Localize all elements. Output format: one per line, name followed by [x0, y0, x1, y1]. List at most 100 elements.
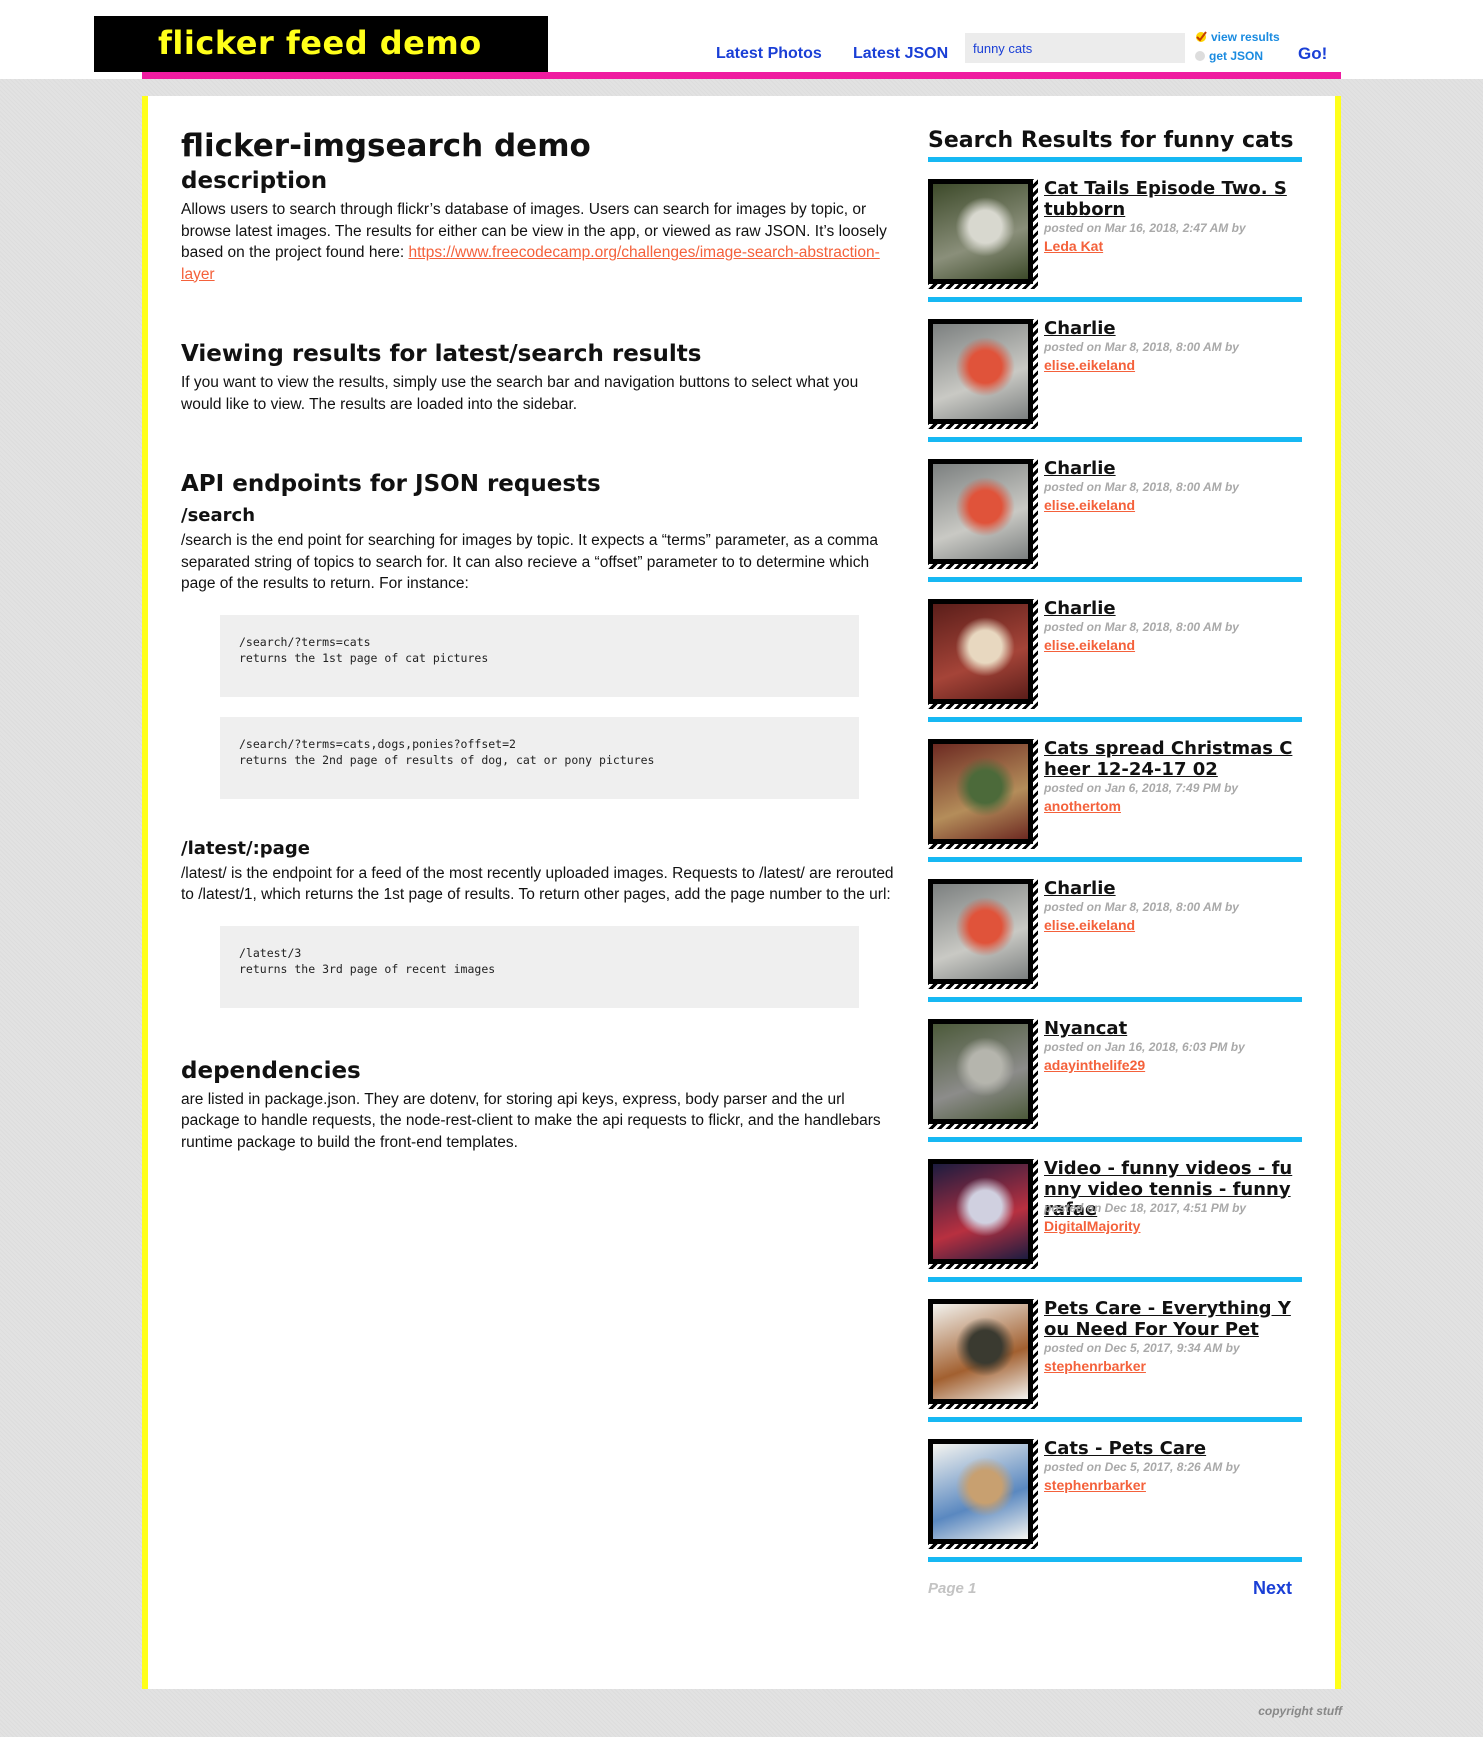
result-thumbnail[interactable] — [928, 1299, 1038, 1409]
result-item[interactable]: Charlie posted on Mar 8, 2018, 8:00 AM by… — [928, 302, 1302, 442]
search-endpoint-heading: /search — [181, 505, 256, 526]
result-author-link[interactable]: stephenrbarker — [1044, 1477, 1146, 1493]
result-thumbnail[interactable] — [928, 459, 1038, 569]
thumbnail-image — [933, 184, 1028, 279]
result-thumbnail[interactable] — [928, 179, 1038, 289]
page-title: flicker-imgsearch demo — [181, 128, 591, 164]
radio-icon — [1195, 51, 1205, 61]
result-item[interactable]: Nyancat posted on Jan 16, 2018, 6:03 PM b… — [928, 1002, 1302, 1142]
thumbnail-image — [933, 604, 1028, 699]
search-input[interactable] — [965, 33, 1185, 63]
result-thumbnail[interactable] — [928, 1439, 1038, 1549]
logo-text: flicker feed demo — [158, 24, 482, 62]
result-title[interactable]: Charlie — [1044, 598, 1294, 620]
result-title[interactable]: Cat Tails Episode Two. Stubborn — [1044, 178, 1294, 220]
page-indicator: Page 1 — [928, 1580, 977, 1597]
result-posted-date: posted on Mar 8, 2018, 8:00 AM by — [1044, 480, 1239, 494]
logo[interactable]: flicker feed demo — [94, 16, 548, 72]
result-title[interactable]: Charlie — [1044, 878, 1294, 900]
latest-endpoint-text: /latest/ is the endpoint for a feed of t… — [181, 864, 894, 904]
result-author-link[interactable]: elise.eikeland — [1044, 637, 1135, 653]
search-endpoint-text: /search is the end point for searching f… — [181, 532, 878, 592]
result-item[interactable]: Pets Care - Everything You Need For Your… — [928, 1282, 1302, 1422]
result-thumbnail[interactable] — [928, 319, 1038, 429]
result-item[interactable]: Video - funny videos - funny video tenni… — [928, 1142, 1302, 1282]
dependencies-heading: dependencies — [181, 1057, 361, 1084]
result-author-link[interactable]: elise.eikeland — [1044, 357, 1135, 373]
thumbnail-image — [933, 464, 1028, 559]
thumbnail-image — [933, 884, 1028, 979]
result-title[interactable]: Charlie — [1044, 318, 1294, 340]
result-author-link[interactable]: stephenrbarker — [1044, 1358, 1146, 1374]
result-author-link[interactable]: Leda Kat — [1044, 238, 1103, 254]
result-author-link[interactable]: DigitalMajority — [1044, 1218, 1140, 1234]
result-thumbnail[interactable] — [928, 1019, 1038, 1129]
thumbnail-image — [933, 1164, 1028, 1259]
result-posted-date: posted on Dec 18, 2017, 4:51 PM by — [1044, 1201, 1247, 1215]
result-item[interactable]: Cat Tails Episode Two. Stubborn posted on… — [928, 162, 1302, 302]
viewing-heading: Viewing results for latest/search result… — [181, 341, 702, 367]
result-thumbnail[interactable] — [928, 879, 1038, 989]
result-thumbnail[interactable] — [928, 739, 1038, 849]
thumbnail-frame — [928, 879, 1033, 984]
top-bar: flicker feed demo Latest Photos Latest J… — [0, 0, 1483, 79]
result-item[interactable]: Cats spread Christmas Cheer 12-24-17 02 p… — [928, 722, 1302, 862]
thumbnail-frame — [928, 1019, 1033, 1124]
go-button[interactable]: Go! — [1298, 44, 1327, 64]
copyright: copyright stuff — [1258, 1704, 1342, 1718]
thumbnail-frame — [928, 1299, 1033, 1404]
nav-latest-photos[interactable]: Latest Photos — [716, 45, 822, 63]
viewing-text: If you want to view the results, simply … — [181, 374, 859, 413]
result-title[interactable]: Charlie — [1044, 458, 1294, 480]
option-view-results[interactable]: view results — [1195, 30, 1280, 44]
results-list: Cat Tails Episode Two. Stubborn posted on… — [928, 162, 1302, 1562]
thumbnail-image — [933, 1024, 1028, 1119]
result-item[interactable]: Charlie posted on Mar 8, 2018, 8:00 AM by… — [928, 582, 1302, 722]
result-author-link[interactable]: elise.eikeland — [1044, 497, 1135, 513]
result-posted-date: posted on Mar 8, 2018, 8:00 AM by — [1044, 340, 1239, 354]
code-block-search-1: /search/?terms=cats returns the 1st page… — [220, 614, 859, 697]
result-author-link[interactable]: anothertom — [1044, 798, 1121, 814]
thumbnail-image — [933, 1444, 1028, 1539]
thumbnail-frame — [928, 1159, 1033, 1264]
nav-latest-json[interactable]: Latest JSON — [853, 45, 948, 63]
result-title[interactable]: Cats spread Christmas Cheer 12-24-17 02 — [1044, 738, 1294, 780]
code-block-latest: /latest/3 returns the 3rd page of recent… — [220, 925, 859, 1008]
result-author-link[interactable]: elise.eikeland — [1044, 917, 1135, 933]
checkmark-icon — [1196, 31, 1207, 42]
result-posted-date: posted on Jan 6, 2018, 7:49 PM by — [1044, 781, 1239, 795]
result-title[interactable]: Nyancat — [1044, 1018, 1294, 1040]
latest-endpoint-heading: /latest/:page — [181, 837, 310, 859]
result-posted-date: posted on Mar 16, 2018, 2:47 AM by — [1044, 221, 1246, 235]
result-posted-date: posted on Dec 5, 2017, 8:26 AM by — [1044, 1460, 1240, 1474]
description-text: Allows users to search through flickr’s … — [181, 201, 887, 283]
api-heading: API endpoints for JSON requests — [181, 471, 601, 497]
thumbnail-frame — [928, 1439, 1033, 1544]
option-get-json-label: get JSON — [1209, 49, 1264, 63]
sidebar-title: Search Results for funny cats — [928, 128, 1302, 162]
result-title[interactable]: Cats - Pets Care — [1044, 1438, 1294, 1460]
result-thumbnail[interactable] — [928, 599, 1038, 709]
thumbnail-image — [933, 324, 1028, 419]
thumbnail-frame — [928, 319, 1033, 424]
result-item[interactable]: Charlie posted on Mar 8, 2018, 8:00 AM by… — [928, 862, 1302, 1002]
result-posted-date: posted on Dec 5, 2017, 9:34 AM by — [1044, 1341, 1240, 1355]
next-page-link[interactable]: Next — [1253, 1578, 1292, 1599]
result-author-link[interactable]: adayinthelife29 — [1044, 1057, 1145, 1073]
result-thumbnail[interactable] — [928, 1159, 1038, 1269]
option-view-results-label: view results — [1211, 30, 1280, 44]
dependencies-text: are listed in package.json. They are dot… — [181, 1090, 881, 1151]
option-get-json[interactable]: get JSON — [1195, 49, 1263, 63]
result-posted-date: posted on Mar 8, 2018, 8:00 AM by — [1044, 900, 1239, 914]
code-block-search-2: /search/?terms=cats,dogs,ponies?offset=2… — [220, 716, 859, 799]
result-posted-date: posted on Mar 8, 2018, 8:00 AM by — [1044, 620, 1239, 634]
results-sidebar: Search Results for funny cats Cat Tails … — [928, 128, 1302, 1602]
description-heading: description — [181, 168, 328, 194]
result-title[interactable]: Pets Care - Everything You Need For Your… — [1044, 1298, 1294, 1340]
thumbnail-frame — [928, 599, 1033, 704]
thumbnail-image — [933, 744, 1028, 839]
result-item[interactable]: Cats - Pets Care posted on Dec 5, 2017, 8… — [928, 1422, 1302, 1562]
thumbnail-frame — [928, 739, 1033, 844]
result-posted-date: posted on Jan 16, 2018, 6:03 PM by — [1044, 1040, 1245, 1054]
result-item[interactable]: Charlie posted on Mar 8, 2018, 8:00 AM by… — [928, 442, 1302, 582]
